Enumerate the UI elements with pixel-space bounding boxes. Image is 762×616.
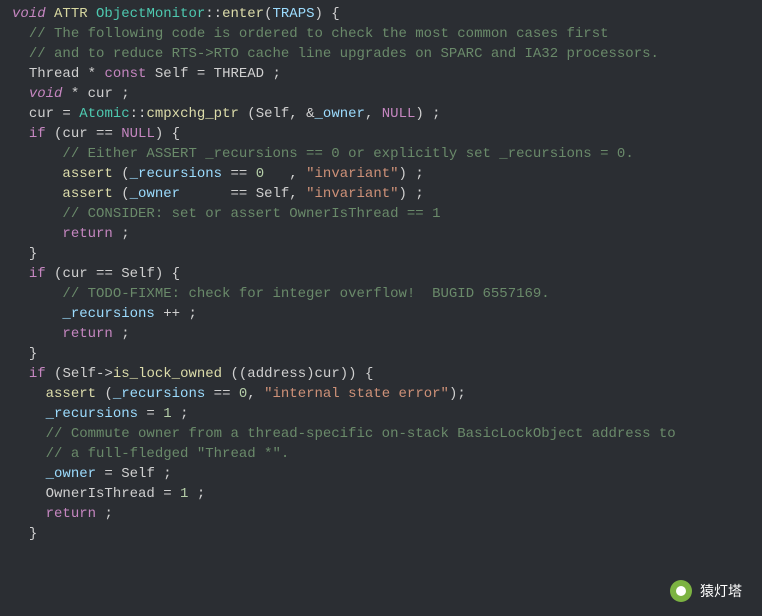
code-line: return ; [12, 224, 762, 244]
code-line: // The following code is ordered to chec… [12, 24, 762, 44]
code-line: if (Self->is_lock_owned ((address)cur)) … [12, 364, 762, 384]
code-line: if (cur == NULL) { [12, 124, 762, 144]
code-line: } [12, 524, 762, 544]
watermark-icon [670, 580, 692, 602]
code-line: // Commute owner from a thread-specific … [12, 424, 762, 444]
code-line: // Either ASSERT _recursions == 0 or exp… [12, 144, 762, 164]
code-line: _owner = Self ; [12, 464, 762, 484]
code-line: void * cur ; [12, 84, 762, 104]
code-line: // a full-fledged "Thread *". [12, 444, 762, 464]
watermark-text: 猿灯塔 [700, 581, 742, 601]
code-line: OwnerIsThread = 1 ; [12, 484, 762, 504]
code-line: if (cur == Self) { [12, 264, 762, 284]
code-line: assert (_recursions == 0 , "invariant") … [12, 164, 762, 184]
code-line: // and to reduce RTS->RTO cache line upg… [12, 44, 762, 64]
code-line: return ; [12, 324, 762, 344]
code-line: // CONSIDER: set or assert OwnerIsThread… [12, 204, 762, 224]
code-line: Thread * const Self = THREAD ; [12, 64, 762, 84]
code-line: _recursions ++ ; [12, 304, 762, 324]
code-line: // TODO-FIXME: check for integer overflo… [12, 284, 762, 304]
watermark: 猿灯塔 [670, 580, 742, 602]
code-line: } [12, 244, 762, 264]
code-line: return ; [12, 504, 762, 524]
code-line: _recursions = 1 ; [12, 404, 762, 424]
code-line: assert (_recursions == 0, "internal stat… [12, 384, 762, 404]
code-line: void ATTR ObjectMonitor::enter(TRAPS) { [12, 4, 762, 24]
code-block: void ATTR ObjectMonitor::enter(TRAPS) { … [0, 0, 762, 544]
code-line: cur = Atomic::cmpxchg_ptr (Self, &_owner… [12, 104, 762, 124]
code-line: assert (_owner == Self, "invariant") ; [12, 184, 762, 204]
code-line: } [12, 344, 762, 364]
